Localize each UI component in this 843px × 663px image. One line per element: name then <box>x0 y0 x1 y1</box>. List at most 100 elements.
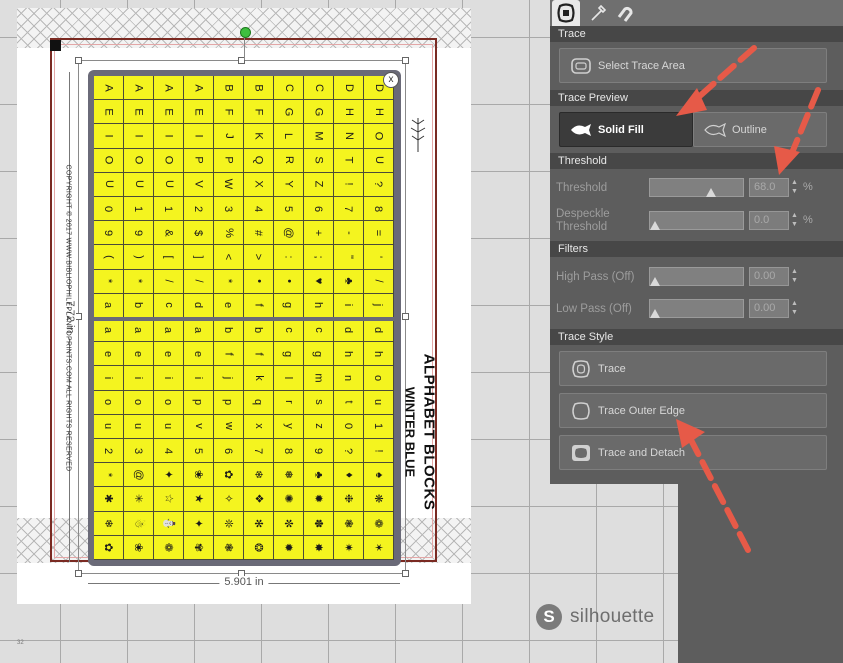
letter-glyph: G <box>312 107 325 117</box>
trace-outer-edge-button[interactable]: Trace Outer Edge <box>559 393 827 428</box>
letter-cell: 1 <box>364 414 394 439</box>
trace-and-detach-label: Trace and Detach <box>598 446 686 459</box>
letter-glyph: 5 <box>192 447 205 454</box>
low-pass-thumb[interactable] <box>650 309 660 318</box>
letter-cell: ✿ <box>94 535 124 560</box>
trace-button[interactable]: Trace <box>559 351 827 386</box>
letter-cell: i <box>94 366 124 391</box>
resize-handle-bl[interactable] <box>75 570 82 577</box>
despeckle-value[interactable]: 0.0 <box>749 211 789 230</box>
letter-glyph: ✻ <box>252 518 264 528</box>
letter-cell: * <box>94 463 124 488</box>
letter-cell: A <box>94 76 124 101</box>
eyedropper-icon[interactable] <box>584 0 612 26</box>
letter-glyph: Z <box>312 181 325 188</box>
letter-cell: u <box>154 414 184 439</box>
letter-glyph: p <box>222 399 235 406</box>
letter-cell: i <box>184 366 214 391</box>
letter-cell: ! <box>334 172 364 197</box>
threshold-slider[interactable] <box>649 178 744 197</box>
threshold-thumb[interactable] <box>706 188 717 197</box>
letter-glyph: ; <box>312 255 325 259</box>
high-pass-thumb[interactable] <box>650 277 660 286</box>
letter-glyph: ❀ <box>192 470 204 480</box>
letter-cell: / <box>184 269 214 294</box>
threshold-value[interactable]: 68.0 <box>749 178 789 197</box>
resize-handle-ml[interactable] <box>75 313 82 320</box>
close-icon[interactable]: x <box>383 72 399 88</box>
high-pass-label: High Pass (Off) <box>556 271 635 283</box>
rotate-handle[interactable] <box>240 27 251 38</box>
letter-glyph: 2 <box>102 447 115 454</box>
letter-glyph: g <box>312 350 325 357</box>
high-pass-stepper[interactable]: ▲ ▼ <box>790 267 799 286</box>
letter-cell: h <box>304 293 334 318</box>
resize-handle-tl[interactable] <box>75 57 82 64</box>
magnet-icon[interactable] <box>612 0 640 26</box>
letter-cell: ( <box>94 245 124 270</box>
threshold-stepper[interactable]: ▲ ▼ <box>790 178 799 197</box>
letter-glyph: d <box>342 326 355 333</box>
sheet-divider <box>94 317 394 321</box>
letter-cell: ! <box>364 439 394 464</box>
letter-cell: 2 <box>184 197 214 222</box>
despeckle-thumb[interactable] <box>650 221 660 230</box>
letter-glyph: < <box>222 253 235 261</box>
letter-glyph: B <box>222 83 235 92</box>
solid-fill-button[interactable]: Solid Fill <box>559 112 693 147</box>
despeckle-slider[interactable] <box>649 211 744 230</box>
letter-cell: ❁ <box>154 535 184 560</box>
letter-glyph: a <box>102 302 115 309</box>
letter-cell: ❄ <box>94 511 124 536</box>
letter-cell: ✶ <box>364 535 394 560</box>
letter-glyph: B <box>252 83 265 92</box>
letter-glyph: I <box>162 134 175 138</box>
letter-cell: ✧ <box>214 487 244 512</box>
letter-glyph: ♣ <box>342 277 355 285</box>
low-pass-stepper[interactable]: ▲ ▼ <box>790 299 799 318</box>
letter-glyph: a <box>162 326 175 333</box>
letter-cell: w <box>214 414 244 439</box>
low-pass-slider[interactable] <box>649 299 744 318</box>
low-pass-value[interactable]: 0.00 <box>749 299 789 318</box>
letter-cell: 6 <box>304 197 334 222</box>
resize-handle-br[interactable] <box>402 570 409 577</box>
letter-glyph: c <box>282 326 295 333</box>
letter-glyph: t <box>342 400 355 404</box>
high-pass-slider[interactable] <box>649 267 744 286</box>
letter-cell: A <box>154 76 184 101</box>
letter-glyph: A <box>162 83 175 92</box>
select-trace-area-button[interactable]: Select Trace Area <box>559 48 827 83</box>
outline-button[interactable]: Outline <box>693 112 827 147</box>
letter-cell: ♣ <box>304 463 334 488</box>
letter-glyph: 8 <box>372 205 385 212</box>
letter-glyph: ☃ <box>132 518 144 529</box>
resize-handle-mr[interactable] <box>402 313 409 320</box>
trace-label: Trace <box>598 362 626 375</box>
letter-glyph: C <box>282 83 295 92</box>
letter-glyph: D <box>342 83 355 92</box>
letter-glyph: ★ <box>192 494 204 504</box>
letter-cell: Q <box>244 148 274 173</box>
alphabet-block-sheet[interactable]: A A A A B B C C D D E E E E F F G G H H I I I I J K L M N O O O O P P Q R S T U… <box>88 70 401 566</box>
trace-and-detach-button[interactable]: Trace and Detach <box>559 435 827 470</box>
letter-glyph: A <box>102 83 115 92</box>
letter-glyph: i <box>102 376 115 380</box>
high-pass-value[interactable]: 0.00 <box>749 267 789 286</box>
letter-glyph: ✹ <box>282 542 294 552</box>
letter-cell: a <box>184 318 214 343</box>
letter-glyph: f <box>252 352 265 356</box>
letter-cell: a <box>94 318 124 343</box>
letter-glyph: o <box>162 399 175 406</box>
letter-cell: * <box>124 269 154 294</box>
letter-glyph: * <box>222 279 235 284</box>
letter-glyph: 8 <box>282 447 295 454</box>
letter-cell: V <box>184 172 214 197</box>
resize-handle-tr[interactable] <box>402 57 409 64</box>
trace-tab-icon[interactable] <box>552 0 580 26</box>
letter-cell: 7 <box>244 439 274 464</box>
letter-glyph: M <box>312 131 325 141</box>
trace-area-icon <box>568 55 594 77</box>
letter-glyph: * <box>102 279 115 284</box>
despeckle-stepper[interactable]: ▲ ▼ <box>790 211 799 230</box>
